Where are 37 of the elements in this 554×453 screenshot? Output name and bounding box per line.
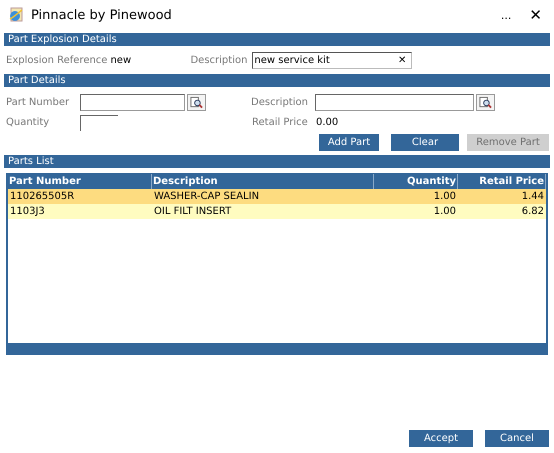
table-cell-text: 110265505R <box>9 190 76 204</box>
more-button[interactable]: ... <box>500 8 512 22</box>
field-label: Explosion Reference <box>6 55 108 66</box>
action-button[interactable]: Clear <box>391 134 459 151</box>
column-header[interactable]: Description <box>152 174 374 189</box>
field-label: Quantity <box>6 117 50 128</box>
column-header[interactable]: Part Number <box>8 174 152 189</box>
section-header: Part Details <box>4 74 550 87</box>
window-title: Pinnacle by Pinewood <box>31 8 173 22</box>
table-cell-text: 1.00 <box>432 190 457 204</box>
reference-value: new <box>110 55 132 66</box>
table-cell-text: 1103J3 <box>9 205 46 219</box>
description-field[interactable]: new service kit ✕ <box>252 52 412 69</box>
field-label: Description <box>190 55 248 66</box>
dialog-button[interactable]: Accept <box>409 430 473 447</box>
section-header: Parts List <box>4 155 550 168</box>
column-header[interactable]: Quantity <box>374 174 458 189</box>
field-label: Part Number <box>6 97 70 108</box>
table-cell-text: OIL FILT INSERT <box>153 205 232 219</box>
lookup-button[interactable] <box>476 94 495 111</box>
part-number-field[interactable] <box>80 94 185 111</box>
table-cell-text: WASHER-CAP SEALIN <box>153 190 260 204</box>
field-label: Description <box>251 97 309 108</box>
action-button[interactable]: Add Part <box>319 134 379 151</box>
table-cell-text: 1.44 <box>520 190 545 204</box>
table-cell-text: 1.00 <box>432 205 457 219</box>
dialog-button[interactable]: Cancel <box>485 430 549 447</box>
clear-icon[interactable]: ✕ <box>398 55 406 66</box>
retail-price-value: 0.00 <box>316 117 338 128</box>
lookup-button[interactable] <box>187 94 206 111</box>
table-cell-text: 6.82 <box>520 205 545 219</box>
app-icon <box>8 7 24 23</box>
section-header: Part Explosion Details <box>4 33 550 46</box>
description-field[interactable] <box>315 94 474 111</box>
close-button[interactable]: ✕ <box>529 6 542 24</box>
field-label: Retail Price <box>252 117 309 128</box>
column-header[interactable]: Retail Price <box>458 174 546 189</box>
